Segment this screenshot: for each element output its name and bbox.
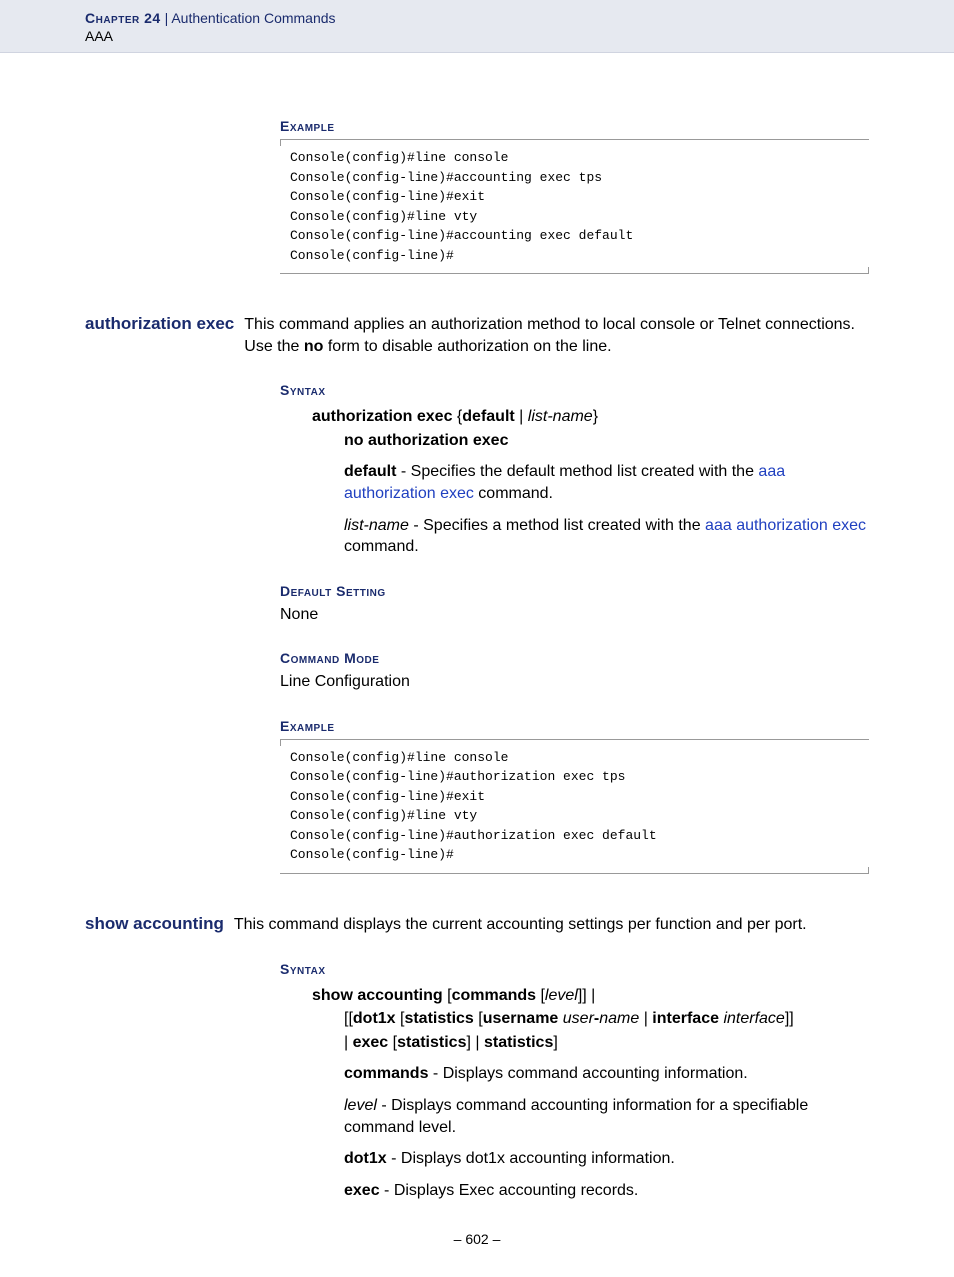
s-lb2: [ [536,987,545,1004]
param-commands: commands - Displays command accounting i… [344,1063,869,1085]
p-dot1x-r: - Displays dot1x accounting information. [387,1150,675,1167]
s-lb5: [ [388,1034,397,1051]
p-commands-r: - Displays command accounting informatio… [428,1065,747,1082]
s-lb: [ [443,987,452,1004]
p-level-r: - Displays command accounting informatio… [344,1097,808,1136]
param-default-bold: default [344,463,396,480]
s-rb2: ]] | [578,987,596,1004]
param-list-italic: list-name [344,517,409,534]
syntax-rb: } [593,408,598,425]
command-mode-heading: Command Mode [280,650,869,666]
command-name-show-accounting: show accounting [85,914,234,934]
example-heading-2: Example [280,718,869,734]
s-line3-pipe: | [344,1034,353,1051]
s-pipe: | [639,1010,652,1027]
p-level-i: level [344,1097,377,1114]
syntax-pipe: | [515,408,528,425]
param-list-cmd: command. [344,538,419,555]
s-rb6: ] [553,1034,557,1051]
example-heading-1: Example [280,118,869,134]
command-show-accounting: show accounting This command displays th… [85,914,869,936]
s-line2-lb: [[ [344,1010,353,1027]
page-header: Chapter 24 | Authentication Commands AAA [0,0,954,53]
syntax-cmd: authorization exec [312,408,452,425]
s-intfi: interface [723,1010,784,1027]
syntax-heading-2: Syntax [280,961,869,977]
syntax-block-2: show accounting [commands [level]] | [[d… [312,985,869,1054]
default-setting-heading: Default Setting [280,583,869,599]
header-separator: | [161,10,172,26]
code-block-2: Console(config)#line console Console(con… [280,739,869,874]
param-default-cmd: command. [474,485,553,502]
s-dot1x: dot1x [353,1010,396,1027]
param-list-link[interactable]: aaa authorization exec [705,517,866,534]
s-show: show accounting [312,987,443,1004]
syntax-listname: list-name [528,408,593,425]
command-authorization-exec: authorization exec This command applies … [85,314,869,357]
param-level: level - Displays command accounting info… [344,1095,869,1138]
s-usern: user [563,1010,594,1027]
s-interface: interface [652,1010,719,1027]
p-exec-b: exec [344,1182,380,1199]
command-mode-value: Line Configuration [280,671,869,693]
s-stats2: statistics [397,1034,466,1051]
syntax-default: default [462,408,514,425]
s-commands: commands [452,987,536,1004]
command-desc-show-accounting: This command displays the current accoun… [234,914,807,936]
param-default-rest: - Specifies the default method list crea… [396,463,758,480]
param-dot1x: dot1x - Displays dot1x accounting inform… [344,1148,869,1170]
s-stats3: statistics [484,1034,553,1051]
param-exec: exec - Displays Exec accounting records. [344,1180,869,1202]
command-name-auth-exec: authorization exec [85,314,244,334]
chapter-label: Chapter 24 [85,10,161,26]
s-username: username [483,1010,559,1027]
p-exec-r: - Displays Exec accounting records. [380,1182,639,1199]
s-exec: exec [353,1034,389,1051]
s-rb3: ]] [785,1010,794,1027]
param-listname: list-name - Specifies a method list crea… [344,515,869,558]
syntax-heading-1: Syntax [280,382,869,398]
p-dot1x-b: dot1x [344,1150,387,1167]
s-level: level [545,987,578,1004]
default-setting-value: None [280,604,869,626]
s-lb4: [ [474,1010,483,1027]
syntax-no: no authorization exec [344,432,508,449]
s-statistics: statistics [404,1010,473,1027]
s-namei: name [599,1010,639,1027]
param-default: default - Specifies the default method l… [344,461,869,504]
s-rb5: ] | [466,1034,484,1051]
command-desc-auth-exec: This command applies an authorization me… [244,314,869,357]
chapter-title: Authentication Commands [171,10,335,26]
p-commands-b: commands [344,1065,428,1082]
syntax-line-1: authorization exec {default | list-name}… [312,406,869,451]
param-list-rest: - Specifies a method list created with t… [409,517,705,534]
desc-bold: no [304,338,324,355]
desc-post: form to disable authorization on the lin… [323,338,611,355]
header-sub: AAA [85,28,954,44]
code-block-1: Console(config)#line console Console(con… [280,139,869,274]
syntax-lb: { [452,408,462,425]
page-number: – 602 – [85,1231,869,1247]
